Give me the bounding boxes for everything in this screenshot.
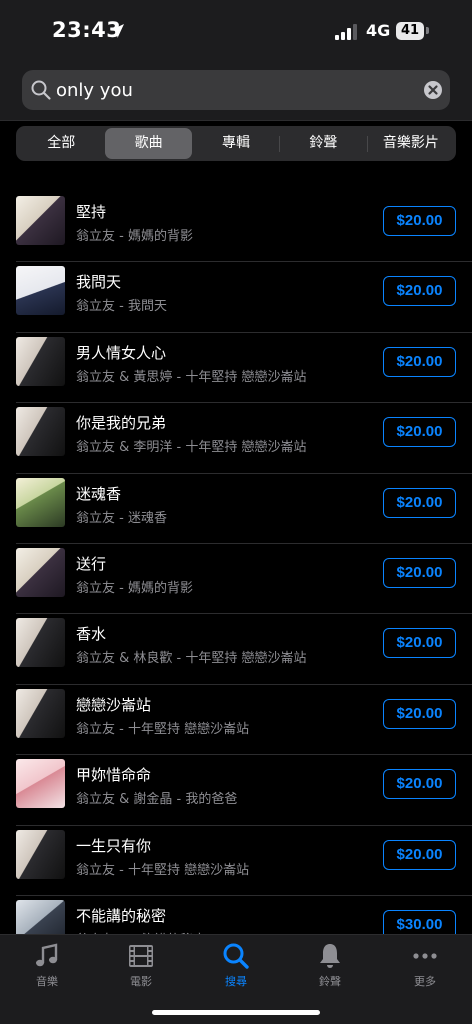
search-bar[interactable]	[22, 70, 450, 110]
album-artwork	[16, 829, 65, 879]
song-results-list: 堅持 翁立友 - 媽媽的背影 $20.00 我問天 翁立友 - 我問天 $20.00 男人情…	[0, 192, 472, 934]
music-note-icon	[0, 941, 94, 971]
buy-price-button[interactable]: $20.00	[383, 839, 456, 870]
segment-3[interactable]: 鈴聲	[280, 128, 366, 159]
segment-0[interactable]: 全部	[18, 128, 104, 159]
buy-price-button[interactable]: $20.00	[383, 276, 456, 307]
tab-label: 更多	[414, 975, 436, 988]
song-row[interactable]: 香水翁立友 & 林良歡 - 十年堅持 戀戀沙崙站 $20.00	[0, 614, 472, 685]
buy-price-button[interactable]: $20.00	[383, 628, 456, 659]
home-indicator	[152, 1010, 320, 1015]
album-artwork	[16, 196, 65, 245]
tab-music-note[interactable]: 音樂	[0, 941, 94, 989]
song-row[interactable]: 堅持翁立友 - 媽媽的背影 $20.00	[0, 192, 472, 263]
tab-label: 音樂	[36, 975, 58, 988]
network-type: 4G	[366, 21, 391, 40]
status-bar: 23:43 4G 41	[0, 0, 472, 62]
song-row[interactable]: 迷魂香翁立友 - 迷魂香 $20.00	[0, 474, 472, 544]
search-input[interactable]	[56, 70, 406, 110]
song-title: 迷魂香	[76, 484, 122, 503]
album-artwork	[16, 618, 65, 668]
tab-search[interactable]: 搜尋	[189, 941, 283, 989]
buy-price-button[interactable]: $20.00	[383, 487, 456, 518]
album-artwork	[16, 407, 65, 457]
song-subtitle: 翁立友 & 謝金晶 - 我的爸爸	[76, 792, 238, 808]
song-subtitle: 翁立友 - 媽媽的背影	[76, 580, 193, 596]
album-artwork	[16, 477, 65, 527]
album-artwork	[16, 336, 65, 386]
buy-price-button[interactable]: $20.00	[383, 698, 456, 729]
song-row[interactable]: 一生只有你翁立友 - 十年堅持 戀戀沙崙站 $20.00	[0, 826, 472, 896]
song-subtitle: 翁立友 & 黃思婷 - 十年堅持 戀戀沙崙站	[76, 369, 307, 385]
tab-bell[interactable]: 鈴聲	[283, 941, 377, 989]
buy-price-button[interactable]: $20.00	[383, 346, 456, 377]
segment-4[interactable]: 音樂影片	[368, 128, 454, 159]
album-artwork	[16, 547, 65, 597]
header-divider	[0, 120, 472, 121]
film-icon	[94, 941, 188, 971]
album-artwork	[16, 266, 65, 316]
tab-film[interactable]: 電影	[94, 941, 188, 989]
song-subtitle: 翁立友 - 十年堅持 戀戀沙崙站	[76, 862, 250, 878]
buy-price-button[interactable]: $20.00	[383, 557, 456, 588]
segment-2[interactable]: 專輯	[193, 128, 279, 159]
song-subtitle: 翁立友 - 我問天	[76, 299, 167, 315]
buy-price-button[interactable]: $20.00	[383, 417, 456, 448]
song-row[interactable]: 你是我的兄弟翁立友 & 李明洋 - 十年堅持 戀戀沙崙站 $20.00	[0, 403, 472, 474]
song-title: 你是我的兄弟	[76, 414, 167, 433]
cellular-signal-icon	[335, 24, 357, 40]
song-title: 我問天	[76, 273, 122, 292]
segment-1[interactable]: 歌曲	[105, 128, 192, 159]
song-title: 男人情女人心	[76, 343, 167, 362]
buy-price-button[interactable]: $30.00	[383, 909, 456, 934]
song-title: 戀戀沙崙站	[76, 695, 152, 714]
battery-icon: 41	[396, 22, 424, 40]
search-icon	[31, 80, 51, 100]
song-row[interactable]: 送行翁立友 - 媽媽的背影 $20.00	[0, 544, 472, 615]
search-icon	[189, 941, 283, 971]
song-title: 香水	[76, 625, 107, 644]
album-artwork	[16, 759, 65, 809]
bell-icon	[283, 941, 377, 971]
battery-tip	[426, 27, 429, 34]
tab-label: 搜尋	[225, 975, 247, 988]
song-subtitle: 翁立友 - 媽媽的背影	[76, 229, 193, 244]
location-arrow-icon	[110, 24, 124, 38]
song-subtitle: 翁立友 - 迷魂香	[76, 510, 167, 526]
song-row[interactable]: 甲妳惜命命翁立友 & 謝金晶 - 我的爸爸 $20.00	[0, 755, 472, 826]
song-title: 送行	[76, 554, 107, 573]
song-subtitle: 翁立友 & 林良歡 - 十年堅持 戀戀沙崙站	[76, 651, 307, 667]
song-title: 不能講的秘密	[76, 906, 167, 925]
buy-price-button[interactable]: $20.00	[383, 769, 456, 800]
tab-label: 鈴聲	[319, 975, 341, 988]
song-title: 堅持	[76, 203, 107, 221]
song-row[interactable]: 男人情女人心翁立友 & 黃思婷 - 十年堅持 戀戀沙崙站 $20.00	[0, 333, 472, 404]
song-subtitle: 翁立友 & 李明洋 - 十年堅持 戀戀沙崙站	[76, 440, 307, 456]
more-icon	[378, 941, 472, 971]
song-title: 一生只有你	[76, 836, 152, 855]
album-artwork	[16, 899, 65, 934]
tab-more[interactable]: 更多	[378, 941, 472, 989]
scope-segmented-control: 全部 歌曲 專輯 鈴聲 音樂影片	[16, 126, 456, 161]
album-artwork	[16, 688, 65, 738]
song-title: 甲妳惜命命	[76, 766, 152, 785]
song-row[interactable]: 戀戀沙崙站翁立友 - 十年堅持 戀戀沙崙站 $20.00	[0, 685, 472, 756]
song-subtitle: 翁立友 - 十年堅持 戀戀沙崙站	[76, 721, 250, 737]
song-row[interactable]: 不能講的秘密翁立友 - 不能講的秘密$30.00	[0, 896, 472, 934]
song-row[interactable]: 我問天翁立友 - 我問天 $20.00	[0, 262, 472, 333]
clear-search-icon[interactable]	[422, 79, 444, 101]
tab-label: 電影	[130, 975, 152, 988]
buy-price-button[interactable]: $20.00	[383, 206, 456, 236]
